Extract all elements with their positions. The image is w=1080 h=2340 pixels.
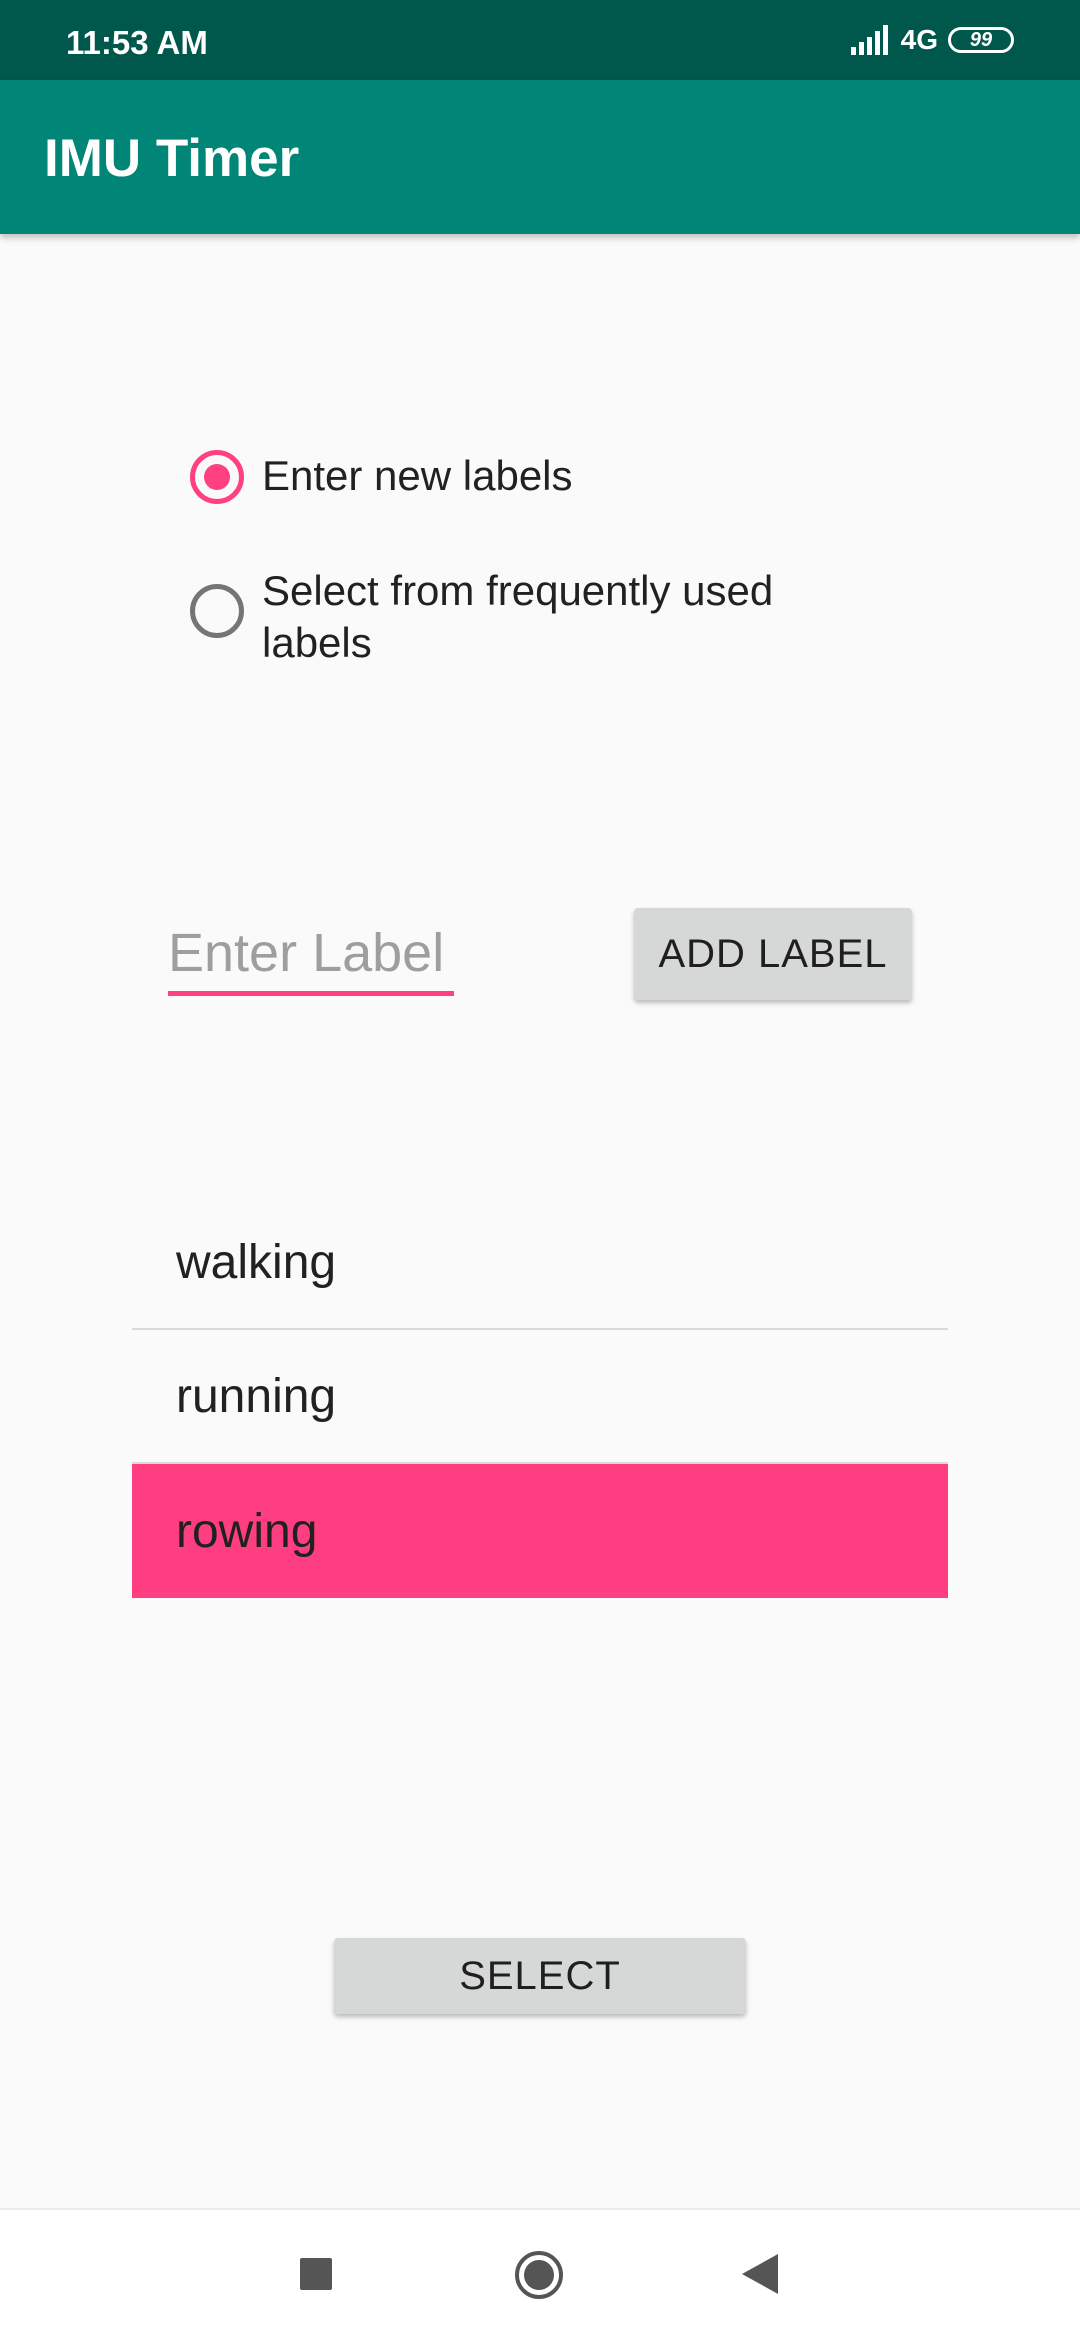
status-time: 11:53 AM	[66, 24, 208, 61]
app-bar: IMU Timer	[0, 80, 1080, 234]
status-indicators: 4G 99	[850, 22, 1014, 58]
radio-select-frequent-labels[interactable]: Select from frequently used labels	[190, 565, 882, 669]
home-circle-icon[interactable]	[514, 2250, 564, 2300]
system-nav-bar	[0, 2208, 1080, 2340]
list-item-walking[interactable]: walking	[132, 1196, 948, 1330]
app-screen: 11:53 AM 4G 99 IMU Timer Enter new label…	[0, 0, 1080, 2340]
list-item-rowing[interactable]: rowing	[132, 1464, 948, 1598]
radio-unchecked-icon[interactable]	[190, 584, 244, 638]
label-input[interactable]	[168, 914, 454, 996]
radio-enter-new-labels[interactable]: Enter new labels	[190, 450, 882, 504]
select-button[interactable]: SELECT	[334, 1938, 746, 2014]
radio-label-enter-new: Enter new labels	[262, 452, 573, 499]
status-bar: 11:53 AM 4G 99	[0, 0, 1080, 80]
list-item-running[interactable]: running	[132, 1330, 948, 1464]
network-type: 4G	[900, 24, 938, 55]
signal-bars-icon	[850, 25, 888, 55]
back-triangle-icon[interactable]	[742, 2254, 778, 2294]
battery-icon: 99	[948, 27, 1014, 53]
app-title: IMU Timer	[44, 129, 300, 188]
battery-level: 99	[969, 29, 993, 51]
radio-label-select-frequent: Select from frequently used labels	[262, 567, 774, 666]
radio-checked-icon[interactable]	[190, 450, 244, 504]
recents-square-icon[interactable]	[300, 2258, 332, 2290]
add-label-button[interactable]: ADD LABEL	[634, 908, 912, 1000]
label-list: walking running rowing	[132, 1196, 948, 1598]
